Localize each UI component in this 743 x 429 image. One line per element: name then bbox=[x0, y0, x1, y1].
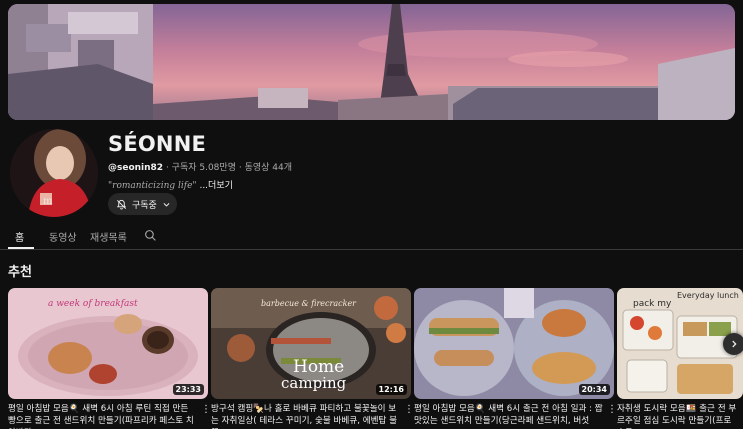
bell-off-icon bbox=[116, 199, 127, 210]
section-title: 추천 bbox=[8, 265, 32, 280]
more-options-icon[interactable]: ⋮ bbox=[404, 404, 414, 415]
tab-videos[interactable]: 동영상 bbox=[49, 229, 77, 244]
subscriber-count: 구독자 5.08만명 bbox=[171, 163, 236, 173]
channel-tabs: 홈 동영상 재생목록 bbox=[0, 222, 743, 250]
video-count: 동영상 44개 bbox=[244, 163, 293, 173]
thumbnail-overlay-text: camping bbox=[281, 374, 347, 392]
video-card[interactable]: pack my Everyday lunch 자취생 도시락 모음🍱 출근 전 … bbox=[617, 288, 743, 429]
search-icon[interactable] bbox=[144, 229, 157, 242]
channel-avatar[interactable]: m bbox=[10, 129, 98, 217]
thumbnail-overlay-text: a week of breakfast bbox=[48, 299, 138, 309]
video-thumbnail[interactable]: a week of breakfast 23:33 bbox=[8, 288, 208, 399]
channel-banner bbox=[8, 4, 735, 120]
thumbnail-overlay-text: barbecue & firecracker bbox=[261, 299, 357, 308]
thumbnail-overlay-text: Everyday lunch bbox=[677, 291, 739, 300]
video-duration: 23:33 bbox=[172, 384, 204, 395]
subscribed-button[interactable]: 구독중 bbox=[108, 193, 177, 215]
video-title[interactable]: 평일 아침밥 모음🍳 새벽 6시 출근 전 아침 일과 : 짭맛있는 샌드위치 … bbox=[414, 403, 604, 429]
subscribed-label: 구독중 bbox=[132, 200, 157, 211]
more-link[interactable]: ...더보기 bbox=[199, 181, 232, 191]
chevron-down-icon bbox=[163, 202, 170, 207]
tab-playlists[interactable]: 재생목록 bbox=[90, 229, 127, 244]
video-title[interactable]: 평일 아침밥 모음🍳 새벽 6시 아침 루틴 직접 만든 빵으로 출근 전 샌드… bbox=[8, 403, 198, 429]
tab-home[interactable]: 홈 bbox=[15, 229, 24, 244]
meta-separator: · bbox=[163, 163, 172, 173]
video-thumbnail[interactable]: 20:34 bbox=[414, 288, 614, 399]
active-tab-indicator bbox=[8, 247, 34, 249]
more-options-icon[interactable]: ⋮ bbox=[201, 404, 211, 415]
channel-name: SÉONNE bbox=[108, 132, 207, 156]
video-duration: 20:34 bbox=[578, 384, 610, 395]
svg-text:m: m bbox=[43, 196, 53, 207]
thumbnail-overlay-text: pack my bbox=[633, 299, 672, 309]
chevron-right-icon bbox=[732, 340, 737, 348]
description-text: "romanticizing life" bbox=[108, 181, 197, 191]
channel-description[interactable]: "romanticizing life" ...더보기 bbox=[108, 178, 233, 191]
more-options-icon[interactable]: ⋮ bbox=[607, 404, 617, 415]
video-title[interactable]: 자취생 도시락 모음🍱 출근 전 부르주일 점심 도시락 만들기(프로슈토 bbox=[617, 403, 737, 429]
channel-meta: @seonin82 · 구독자 5.08만명 · 동영상 44개 bbox=[108, 160, 292, 173]
channel-handle: @seonin82 bbox=[108, 163, 164, 173]
video-title[interactable]: 방구석 캠핑🍢나 홀로 바베큐 파티하고 불꽃놀이 보는 자취일상( 테라스 꾸… bbox=[211, 403, 401, 429]
video-duration: 12:16 bbox=[375, 384, 407, 395]
video-thumbnail[interactable]: barbecue & firecracker Home camping 12:1… bbox=[211, 288, 411, 399]
meta-separator: · bbox=[235, 163, 245, 173]
carousel-next-button[interactable] bbox=[723, 333, 743, 355]
